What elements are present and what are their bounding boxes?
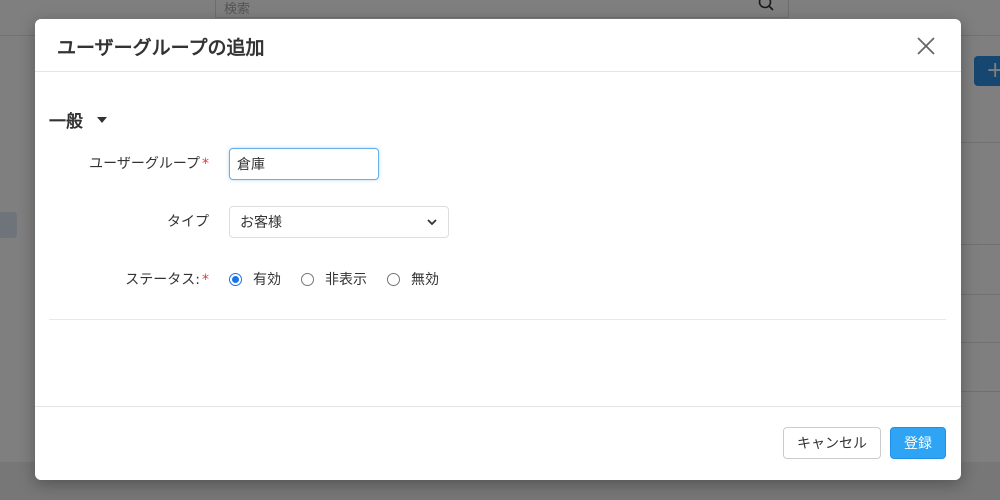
status-option-label: 有効 bbox=[253, 272, 281, 288]
type-select[interactable]: お客様 bbox=[229, 206, 449, 238]
caret-down-icon bbox=[97, 116, 107, 123]
close-button[interactable] bbox=[915, 35, 937, 57]
close-icon bbox=[917, 37, 935, 55]
user-group-label-text: ユーザーグループ bbox=[89, 156, 200, 172]
type-select-value: お客様 bbox=[240, 215, 282, 231]
status-radio-group: 有効 非表示 無効 bbox=[229, 269, 459, 289]
section-divider bbox=[49, 319, 946, 320]
status-label: ステータス: * bbox=[125, 269, 209, 289]
status-option-active[interactable]: 有効 bbox=[229, 269, 281, 289]
status-radio-hidden[interactable] bbox=[301, 272, 314, 286]
status-label-text: ステータス: bbox=[125, 272, 200, 288]
dialog-title: ユーザーグループの追加 bbox=[57, 37, 265, 59]
section-title: 一般 bbox=[49, 112, 83, 132]
chevron-down-icon bbox=[427, 219, 437, 226]
footer-divider bbox=[35, 406, 961, 407]
dialog-header: ユーザーグループの追加 bbox=[35, 19, 961, 72]
status-option-label: 非表示 bbox=[325, 272, 367, 288]
cancel-button[interactable]: キャンセル bbox=[783, 427, 881, 459]
status-option-hidden[interactable]: 非表示 bbox=[301, 269, 367, 289]
add-user-group-dialog: ユーザーグループの追加 一般 ユーザーグループ* タイプ お客様 bbox=[35, 19, 961, 480]
status-option-disabled[interactable]: 無効 bbox=[387, 269, 439, 289]
user-group-input[interactable] bbox=[229, 148, 379, 180]
required-mark: * bbox=[202, 156, 209, 172]
status-option-label: 無効 bbox=[411, 272, 439, 288]
form-row-status: ステータス: * 有効 非表示 無効 bbox=[35, 269, 961, 289]
section-general-toggle[interactable]: 一般 bbox=[49, 107, 107, 132]
required-mark: * bbox=[202, 272, 209, 288]
form-row-type: タイプ お客様 bbox=[35, 206, 961, 238]
user-group-label: ユーザーグループ * bbox=[89, 153, 209, 173]
type-label: タイプ bbox=[167, 214, 209, 230]
status-radio-disabled[interactable] bbox=[387, 272, 400, 286]
status-radio-active[interactable] bbox=[229, 272, 242, 286]
submit-button[interactable]: 登録 bbox=[890, 427, 946, 459]
form-row-user-group: ユーザーグループ * bbox=[35, 148, 961, 180]
